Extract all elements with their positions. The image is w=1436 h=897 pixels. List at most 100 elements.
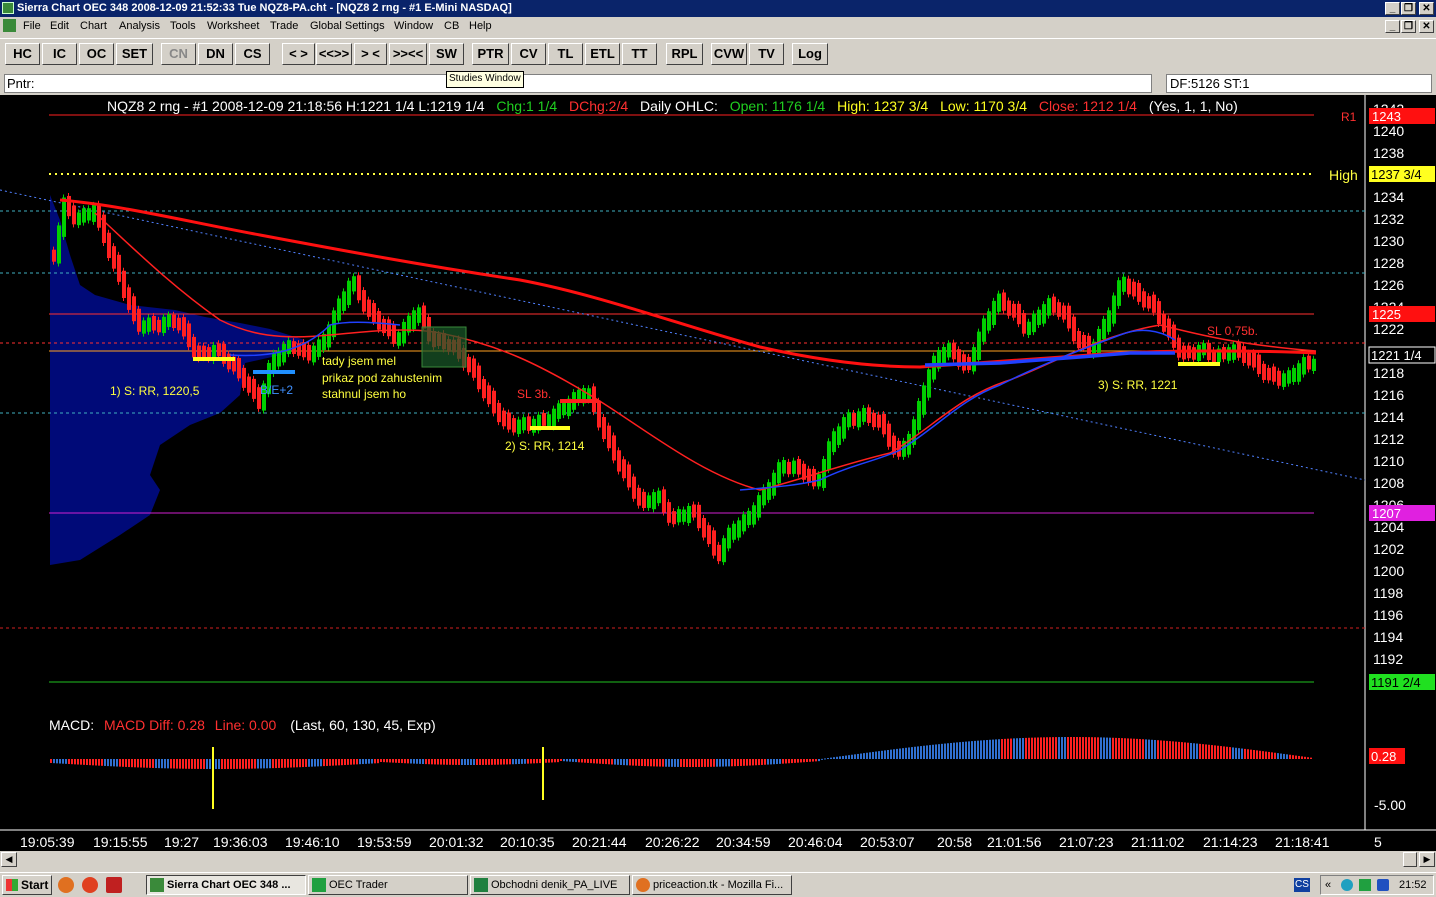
task-oec-trader[interactable]: OEC Trader [308,875,468,895]
price-bar [812,468,816,487]
macd-bar [296,759,298,768]
macd-bar [257,759,259,769]
network-icon[interactable] [1341,879,1353,891]
macd-bar [710,759,712,767]
macd-bar [1091,737,1093,759]
task-mozilla[interactable]: priceaction.tk - Mozilla Fi... [632,875,792,895]
menu-cb[interactable]: CB [444,20,459,32]
price-bar [1242,346,1246,363]
menu-analysis[interactable]: Analysis [119,20,160,32]
menu-window[interactable]: Window [394,20,433,32]
price-bar [782,460,786,474]
macd-bar [98,759,100,766]
price-axis-label: 1238 [1373,145,1404,161]
scroll-expand-all-button[interactable]: <<>> [316,43,352,65]
rpl-button[interactable]: RPL [666,43,703,65]
task-obchodni-denik[interactable]: Obchodni denik_PA_LIVE [470,875,630,895]
scroll-left-arrow-icon[interactable]: ◀ [1,852,17,867]
oc-button[interactable]: OC [79,43,114,65]
cv-button[interactable]: CV [511,43,546,65]
maximize-button[interactable]: ❒ [1401,2,1416,15]
scroll-expand-button[interactable]: < > [282,43,315,65]
high-tag-text: 1237 3/4 [1371,167,1422,182]
macd-bar [1124,738,1126,759]
macd-bar [1301,756,1303,759]
macd-bar [1016,738,1018,759]
macd-bar [938,744,940,759]
tt-button[interactable]: TT [622,43,657,65]
close-button[interactable]: ✕ [1419,2,1434,15]
macd-bar [629,759,631,766]
menu-file[interactable]: File [23,20,41,32]
price-bar [827,441,831,470]
log-button[interactable]: Log [792,43,828,65]
tl-button[interactable]: TL [548,43,583,65]
minimize-button[interactable]: _ [1385,2,1400,15]
macd-bar [134,759,136,768]
quick-launch-icon[interactable] [106,877,122,893]
task-sierra-chart[interactable]: Sierra Chart OEC 348 ... [146,875,306,895]
menu-edit[interactable]: Edit [50,20,69,32]
price-chart[interactable]: NQZ8 2 rng - #1 2008-12-09 21:18:56 H:12… [0,95,1436,852]
macd-bar [989,739,991,759]
macd-bar [998,739,1000,759]
price-bar [597,400,601,428]
sw-button[interactable]: SW [429,43,464,65]
etl-button[interactable]: ETL [585,43,620,65]
macd-bar [494,759,496,765]
macd-bar [1205,744,1207,759]
browser-icon[interactable] [82,877,98,893]
cvw-button[interactable]: CVW [711,43,747,65]
macd-bar [1121,738,1123,759]
price-bar [917,400,921,431]
macd-bar [911,747,913,759]
macd-bar [1148,739,1150,759]
scroll-compress-button[interactable]: > < [354,43,387,65]
firefox-icon[interactable] [58,877,74,893]
scroll-thumb[interactable] [1403,852,1417,867]
macd-bar [1094,737,1096,759]
taskbar: Start Sierra Chart OEC 348 ... OEC Trade… [0,872,1436,897]
price-bar [637,487,641,506]
child-close-button[interactable]: ✕ [1419,20,1434,33]
macd-bar [1166,740,1168,759]
price-axis-label: 1208 [1373,475,1404,491]
set-button[interactable]: SET [116,43,153,65]
menu-trade[interactable]: Trade [270,20,298,32]
volume-profile [50,195,305,565]
windows-flag-icon [6,879,18,891]
menu-tools[interactable]: Tools [170,20,196,32]
volume-icon[interactable] [1377,879,1389,891]
child-restore-button[interactable]: ❐ [1401,20,1416,33]
cn-button[interactable]: CN [161,43,196,65]
menu-help[interactable]: Help [469,20,492,32]
language-indicator[interactable]: CS [1294,878,1310,892]
macd-bar [1223,746,1225,759]
horizontal-scrollbar[interactable]: ◀ ▶ [0,851,1436,868]
dn-button[interactable]: DN [198,43,233,65]
menu-global-settings[interactable]: Global Settings [310,20,385,32]
price-bar [1052,296,1056,313]
cs-button[interactable]: CS [235,43,270,65]
tray-expand-icon[interactable]: « [1325,876,1331,894]
start-button[interactable]: Start [2,875,52,895]
macd-bar [68,759,70,765]
macd-bar [218,759,220,769]
menu-worksheet[interactable]: Worksheet [207,20,259,32]
menu-chart[interactable]: Chart [80,20,107,32]
scroll-compress-all-button[interactable]: >><< [389,43,427,65]
tv-button[interactable]: TV [749,43,784,65]
macd-bar [365,759,367,764]
chart-area[interactable]: NQZ8 2 rng - #1 2008-12-09 21:18:56 H:12… [0,95,1436,852]
scroll-right-arrow-icon[interactable]: ▶ [1419,852,1435,867]
ptr-button[interactable]: PTR [472,43,509,65]
clock: 21:52 [1399,879,1427,891]
macd-bar [515,759,517,765]
child-minimize-button[interactable]: _ [1385,20,1400,33]
tray-app-icon[interactable] [1359,879,1371,891]
hc-button[interactable]: HC [5,43,40,65]
macd-bar [1226,746,1228,759]
macd-bar [833,757,835,759]
ic-button[interactable]: IC [42,43,77,65]
price-bar [862,407,866,422]
